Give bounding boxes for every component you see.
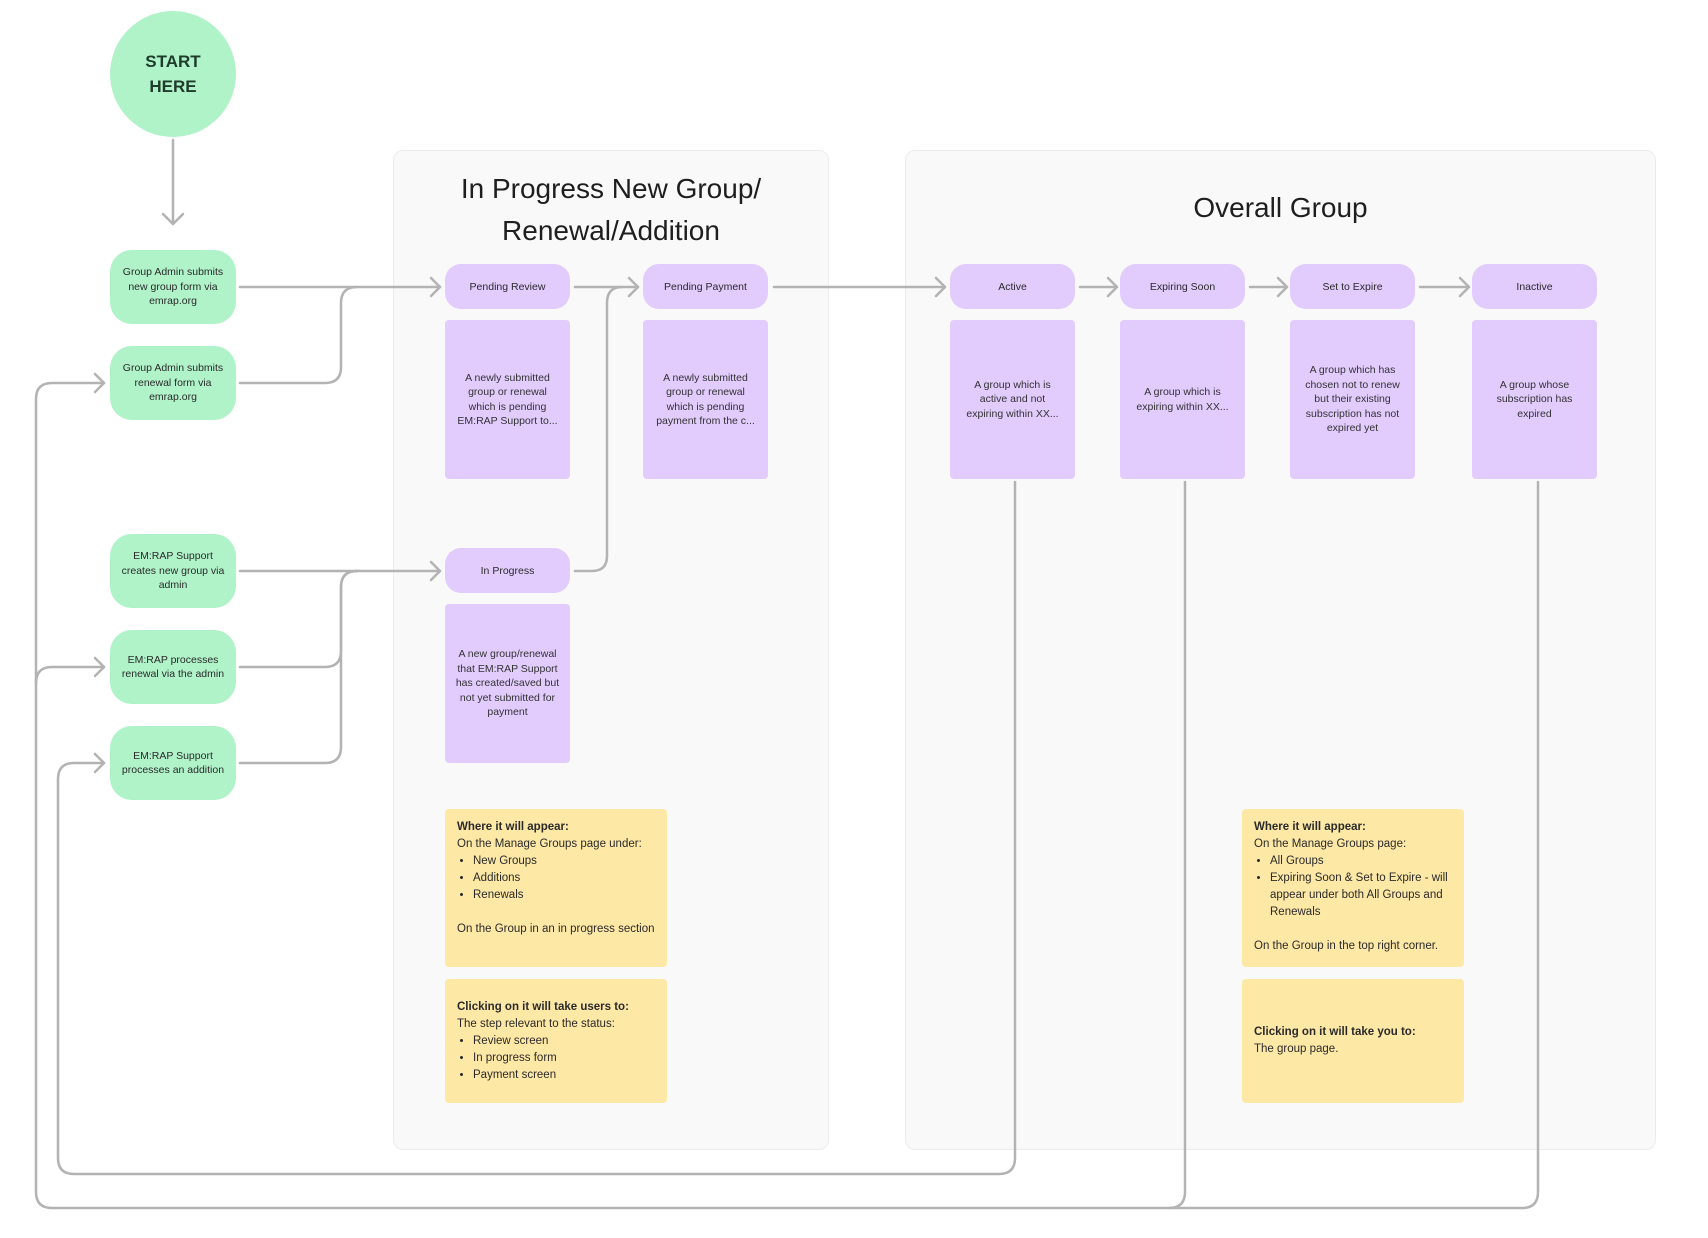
status-set-to-expire-description: A group which has chosen not to renew bu…: [1290, 320, 1415, 479]
overall-where-note: Where it will appear: On the Manage Grou…: [1242, 809, 1464, 967]
note-heading: Where it will appear:: [457, 821, 569, 833]
status-pending-payment[interactable]: Pending Payment: [643, 264, 768, 309]
connector-inprogress-payment: [573, 285, 624, 573]
connector-support-renewal: [238, 569, 359, 669]
status-in-progress-description: A new group/renewal that EM:RAP Support …: [445, 604, 570, 763]
status-expiring-soon[interactable]: Expiring Soon: [1120, 264, 1245, 309]
status-in-progress[interactable]: In Progress: [445, 548, 570, 593]
status-pending-review-description: A newly submitted group or renewal which…: [445, 320, 570, 479]
note-list: New Groups Additions Renewals: [457, 853, 655, 904]
note-list-item: Expiring Soon & Set to Expire - will app…: [1270, 870, 1452, 921]
note-intro: On the Manage Groups page under:: [457, 838, 642, 850]
trigger-admin-new-group: Group Admin submits new group form via e…: [110, 250, 236, 324]
overall-click-note: Clicking on it will take you to: The gro…: [1242, 979, 1464, 1103]
status-active-description: A group which is active and not expiring…: [950, 320, 1075, 479]
status-pending-payment-description: A newly submitted group or renewal which…: [643, 320, 768, 479]
note-intro: The group page.: [1254, 1043, 1339, 1055]
note-list-item: Review screen: [473, 1033, 655, 1050]
title-line-1: In Progress New Group/: [460, 173, 762, 204]
note-intro: The step relevant to the status:: [457, 1018, 615, 1030]
note-list: All Groups Expiring Soon & Set to Expire…: [1254, 853, 1452, 921]
status-pending-review[interactable]: Pending Review: [445, 264, 570, 309]
note-list-item: All Groups: [1270, 853, 1452, 870]
status-active[interactable]: Active: [950, 264, 1075, 309]
note-footer: On the Group in an in progress section: [457, 923, 655, 935]
note-footer: On the Group in the top right corner.: [1254, 940, 1439, 952]
note-heading: Where it will appear:: [1254, 821, 1366, 833]
note-intro: On the Manage Groups page:: [1254, 838, 1407, 850]
overall-group-section-title: Overall Group: [1193, 192, 1368, 223]
status-set-to-expire[interactable]: Set to Expire: [1290, 264, 1415, 309]
note-list: Review screen In progress form Payment s…: [457, 1033, 655, 1084]
trigger-support-renewal: EM:RAP processes renewal via the admin: [110, 630, 236, 704]
note-heading: Clicking on it will take you to:: [1254, 1026, 1416, 1038]
start-here-node: START HERE: [110, 11, 236, 137]
trigger-support-new-group: EM:RAP Support creates new group via adm…: [110, 534, 236, 608]
connector-loop-branch-support-renewal: [34, 665, 106, 685]
title-line-2: Renewal/Addition: [502, 215, 720, 246]
note-list-item: Additions: [473, 870, 655, 887]
trigger-admin-renewal: Group Admin submits renewal form via emr…: [110, 346, 236, 420]
status-inactive-description: A group whose subscription has expired: [1472, 320, 1597, 479]
trigger-support-addition: EM:RAP Support processes an addition: [110, 726, 236, 800]
note-list-item: New Groups: [473, 853, 655, 870]
in-progress-section-title: In Progress New Group/ Renewal/Addition: [393, 168, 829, 252]
in-progress-where-note: Where it will appear: On the Manage Grou…: [445, 809, 667, 967]
note-list-item: Renewals: [473, 887, 655, 904]
in-progress-click-note: Clicking on it will take users to: The s…: [445, 979, 667, 1103]
status-inactive[interactable]: Inactive: [1472, 264, 1597, 309]
note-list-item: Payment screen: [473, 1067, 655, 1084]
note-list-item: In progress form: [473, 1050, 655, 1067]
connector-admin-renewal: [238, 285, 359, 385]
note-heading: Clicking on it will take users to:: [457, 1001, 629, 1013]
status-expiring-soon-description: A group which is expiring within XX...: [1120, 320, 1245, 479]
